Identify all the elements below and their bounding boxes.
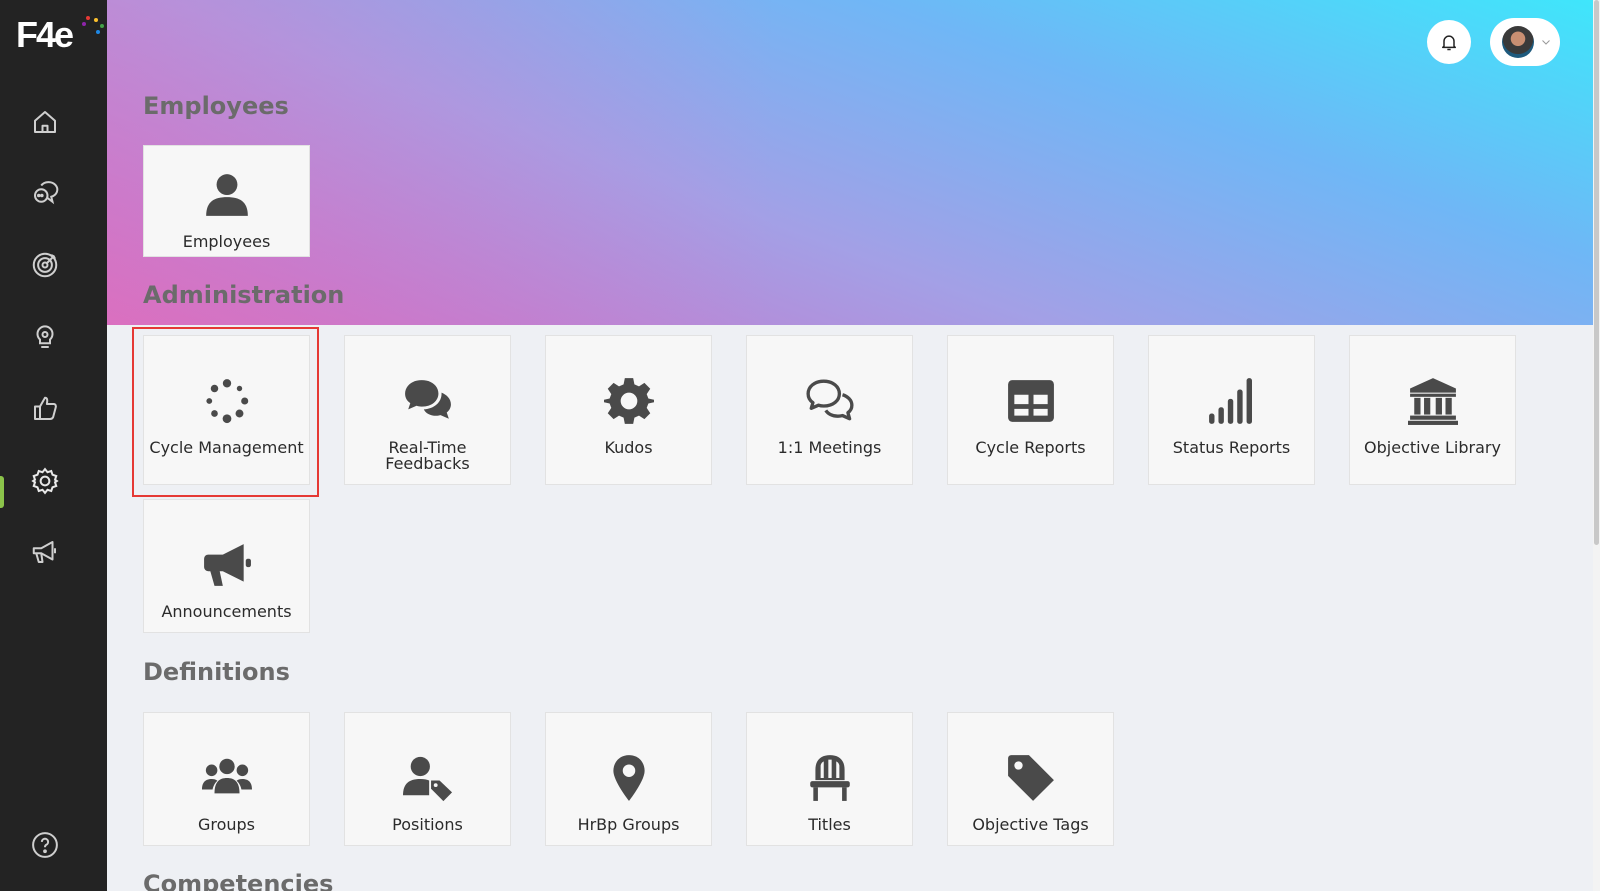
user-tag-icon bbox=[402, 756, 452, 802]
tile-one-on-one-meetings[interactable]: 1:1 Meetings bbox=[746, 335, 913, 485]
app-logo[interactable]: F4e bbox=[16, 14, 104, 58]
nav-settings[interactable] bbox=[25, 461, 65, 501]
sidebar: F4e bbox=[0, 0, 107, 891]
bank-icon bbox=[1407, 378, 1458, 425]
tile-announcements[interactable]: Announcements bbox=[143, 499, 310, 633]
tile-label: HrBp Groups bbox=[577, 815, 680, 834]
notifications-button[interactable] bbox=[1427, 20, 1471, 64]
tile-label: 1:1 Meetings bbox=[777, 438, 882, 457]
logo-text: F4e bbox=[16, 14, 74, 55]
section-title-administration: Administration bbox=[143, 281, 345, 309]
tile-label: Groups bbox=[197, 815, 256, 834]
nav-objectives[interactable] bbox=[25, 245, 65, 285]
profile-menu-button[interactable] bbox=[1490, 18, 1560, 66]
tile-positions[interactable]: Positions bbox=[344, 712, 511, 846]
tile-label: Objective Library bbox=[1364, 438, 1501, 457]
bullhorn-icon bbox=[203, 544, 251, 586]
tag-icon bbox=[1007, 755, 1054, 801]
users-icon bbox=[201, 758, 252, 794]
thumbs-up-icon bbox=[34, 396, 57, 420]
tile-objective-tags[interactable]: Objective Tags bbox=[947, 712, 1114, 846]
tile-hrbp-groups[interactable]: HrBp Groups bbox=[545, 712, 712, 846]
tile-groups[interactable]: Groups bbox=[143, 712, 310, 846]
nav-ideas[interactable] bbox=[25, 317, 65, 357]
spinner-icon bbox=[205, 379, 248, 424]
help-icon bbox=[32, 832, 58, 858]
nav-feedback[interactable] bbox=[25, 173, 65, 213]
avatar bbox=[1502, 26, 1534, 58]
target-icon bbox=[32, 252, 58, 278]
home-icon bbox=[34, 111, 56, 133]
tile-label: Positions bbox=[392, 815, 463, 834]
lightbulb-icon bbox=[36, 325, 54, 348]
user-icon bbox=[205, 174, 248, 216]
chair-icon bbox=[809, 755, 850, 801]
tile-label: Objective Tags bbox=[972, 815, 1089, 834]
section-title-competencies: Competencies bbox=[143, 870, 334, 891]
tile-cycle-management[interactable]: Cycle Management bbox=[143, 335, 310, 485]
bell-icon bbox=[1442, 35, 1456, 51]
nav-home[interactable] bbox=[25, 102, 65, 142]
tile-titles[interactable]: Titles bbox=[746, 712, 913, 846]
signal-bars-icon bbox=[1208, 378, 1252, 424]
tile-label: Employees bbox=[182, 232, 271, 251]
section-title-employees: Employees bbox=[143, 92, 289, 120]
section-title-definitions: Definitions bbox=[143, 658, 290, 686]
megaphone-icon bbox=[32, 541, 56, 563]
tile-cycle-reports[interactable]: Cycle Reports bbox=[947, 335, 1114, 485]
active-nav-indicator bbox=[0, 476, 4, 508]
tile-label: Cycle Management bbox=[149, 438, 304, 457]
logo-dots bbox=[82, 16, 106, 36]
page-scrollbar[interactable] bbox=[1593, 0, 1600, 891]
tile-label: Kudos bbox=[604, 438, 653, 457]
chevron-down-icon bbox=[1542, 40, 1550, 45]
header-banner bbox=[107, 0, 1593, 325]
nav-help[interactable] bbox=[25, 825, 65, 865]
scrollbar-thumb[interactable] bbox=[1594, 0, 1599, 545]
comments-icon bbox=[404, 380, 451, 419]
tile-label: Real-Time Feedbacks bbox=[385, 438, 470, 473]
gear-icon bbox=[31, 467, 59, 495]
table-icon bbox=[1007, 380, 1054, 422]
tile-label: Cycle Reports bbox=[975, 438, 1086, 457]
tile-label: Titles bbox=[808, 815, 851, 834]
nav-kudos[interactable] bbox=[25, 389, 65, 429]
tile-kudos[interactable]: Kudos bbox=[545, 335, 712, 485]
tile-label: Status Reports bbox=[1172, 438, 1291, 457]
tile-status-reports[interactable]: Status Reports bbox=[1148, 335, 1315, 485]
tile-label: Announcements bbox=[161, 602, 292, 621]
tile-employees[interactable]: Employees bbox=[143, 145, 310, 257]
tile-objective-library[interactable]: Objective Library bbox=[1349, 335, 1516, 485]
map-marker-icon bbox=[612, 755, 645, 801]
comments-outline-icon bbox=[805, 379, 854, 421]
cog-icon bbox=[603, 378, 654, 424]
nav-announcements[interactable] bbox=[25, 532, 65, 572]
chat-bubbles-icon bbox=[34, 181, 59, 205]
tile-real-time-feedbacks[interactable]: Real-Time Feedbacks bbox=[344, 335, 511, 485]
